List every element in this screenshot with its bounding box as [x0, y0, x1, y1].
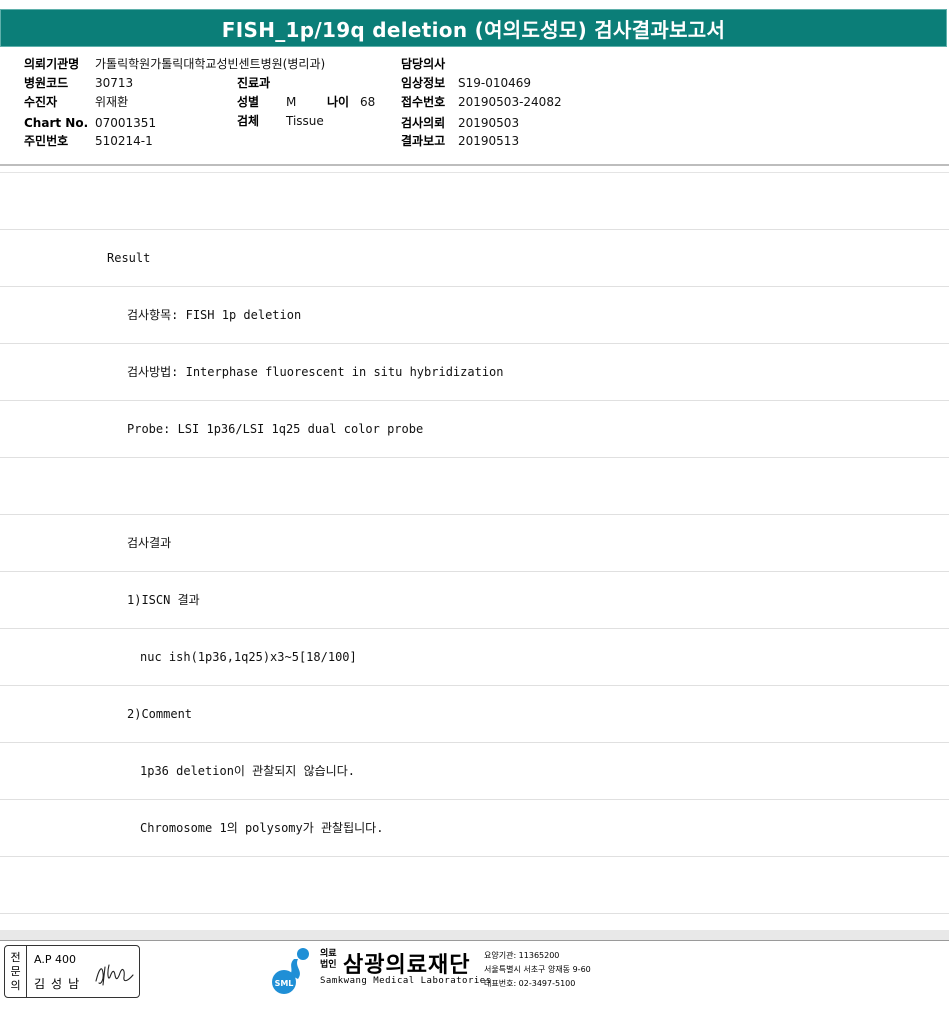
result-row: 1)ISCN 결과	[0, 572, 949, 629]
sex-label: 성별	[237, 95, 260, 109]
resident-no-value: 510214-1	[95, 134, 153, 148]
age-label: 나이	[327, 95, 350, 109]
hospital-code-value: 30713	[95, 76, 134, 90]
section-heading-findings: 검사결과	[127, 536, 172, 550]
department-label: 진료과	[237, 76, 271, 90]
institution-label: 의뢰기관명	[24, 57, 80, 71]
chart-no-label: Chart No.	[24, 116, 89, 130]
footer-divider	[0, 940, 949, 941]
result-body: Result 검사항목: FISH 1p deletion 검사방법: Inte…	[0, 173, 949, 914]
specialist-char: 의	[10, 978, 21, 992]
handwritten-signature	[95, 964, 134, 986]
section-heading-result: Result	[107, 251, 151, 265]
org-code: 요양기관: 11365200	[484, 951, 560, 960]
result-row: 검사방법: Interphase fluorescent in situ hyb…	[0, 344, 949, 401]
comment-heading: 2)Comment	[127, 707, 193, 721]
receipt-no-value: 20190503-24082	[458, 95, 562, 109]
result-row: 검사결과	[0, 515, 949, 572]
receipt-no-label: 접수번호	[401, 95, 446, 109]
iscn-result: nuc ish(1p36,1q25)x3~5[18/100]	[140, 650, 357, 664]
report-date-label: 결과보고	[401, 134, 446, 148]
chart-no-value: 07001351	[95, 116, 157, 130]
org-english-name: Samkwang Medical Laboratories	[320, 976, 492, 986]
org-prefix: 의료 법인	[320, 949, 342, 971]
title-band: FISH_1p/19q deletion (여의도성모) 검사결과보고서	[0, 9, 947, 47]
comment-line-2: Chromosome 1의 polysomy가 관찰됩니다.	[140, 821, 384, 835]
report-title: FISH_1p/19q deletion (여의도성모) 검사결과보고서	[221, 17, 726, 42]
result-row: 검사항목: FISH 1p deletion	[0, 287, 949, 344]
request-date-label: 검사의뢰	[401, 116, 446, 130]
hospital-code-label: 병원코드	[24, 76, 69, 90]
result-row	[0, 173, 949, 230]
ap-number: A.P 400	[34, 953, 76, 966]
iscn-heading: 1)ISCN 결과	[127, 593, 200, 607]
comment-line-1: 1p36 deletion이 관찰되지 않습니다.	[140, 764, 355, 778]
org-prefix-line: 의료	[320, 949, 337, 959]
report-header: FISH_1p/19q deletion (여의도성모) 검사결과보고서	[0, 0, 949, 52]
institution-value: 가톨릭학원가톨릭대학교성빈센트병원(병리과)	[95, 57, 326, 71]
org-contact: 요양기관: 11365200 서울특별시 서초구 양재동 9-60 대표번호: …	[484, 949, 591, 991]
org-phone: 대표번호: 02-3497-5100	[484, 979, 576, 988]
request-date-value: 20190503	[458, 116, 520, 130]
result-row: Result	[0, 230, 949, 287]
specialist-label: 전 문 의	[5, 946, 27, 997]
specimen-label: 검체	[237, 114, 260, 128]
org-name: 삼광의료재단	[343, 953, 471, 978]
test-item: 검사항목: FISH 1p deletion	[127, 308, 302, 322]
sml-logo-icon: SML	[272, 948, 309, 994]
result-row	[0, 458, 949, 515]
result-row: 1p36 deletion이 관찰되지 않습니다.	[0, 743, 949, 800]
test-method: 검사방법: Interphase fluorescent in situ hyb…	[127, 365, 504, 379]
footer-band	[0, 930, 949, 940]
result-row: nuc ish(1p36,1q25)x3~5[18/100]	[0, 629, 949, 686]
header-divider	[0, 164, 949, 166]
sex-value: M	[286, 95, 297, 109]
doctor-label: 담당의사	[401, 57, 446, 71]
patient-info-section: 의뢰기관명 가톨릭학원가톨릭대학교성빈센트병원(병리과) 담당의사 병원코드 3…	[0, 52, 949, 168]
pathologist-signature-box: 전 문 의 A.P 400 김성남	[4, 945, 140, 998]
org-prefix-line: 법인	[320, 960, 337, 970]
specialist-char: 문	[10, 964, 21, 978]
result-row	[0, 857, 949, 914]
result-row: 2)Comment	[0, 686, 949, 743]
pathologist-name: 김성남	[34, 977, 86, 991]
age-value: 68	[360, 95, 376, 109]
logo-text: SML	[275, 979, 294, 988]
clinical-info-value: S19-010469	[458, 76, 532, 90]
patient-label: 수진자	[24, 95, 58, 109]
clinical-info-label: 임상정보	[401, 76, 446, 90]
report-date-value: 20190513	[458, 134, 520, 148]
patient-value: 위재환	[95, 95, 129, 109]
result-row: Probe: LSI 1p36/LSI 1q25 dual color prob…	[0, 401, 949, 458]
result-row: Chromosome 1의 polysomy가 관찰됩니다.	[0, 800, 949, 857]
org-address: 서울특별시 서초구 양재동 9-60	[484, 965, 591, 974]
specialist-char: 전	[10, 950, 21, 964]
specimen-value: Tissue	[286, 114, 324, 128]
resident-no-label: 주민번호	[24, 134, 69, 148]
probe-info: Probe: LSI 1p36/LSI 1q25 dual color prob…	[127, 422, 424, 436]
